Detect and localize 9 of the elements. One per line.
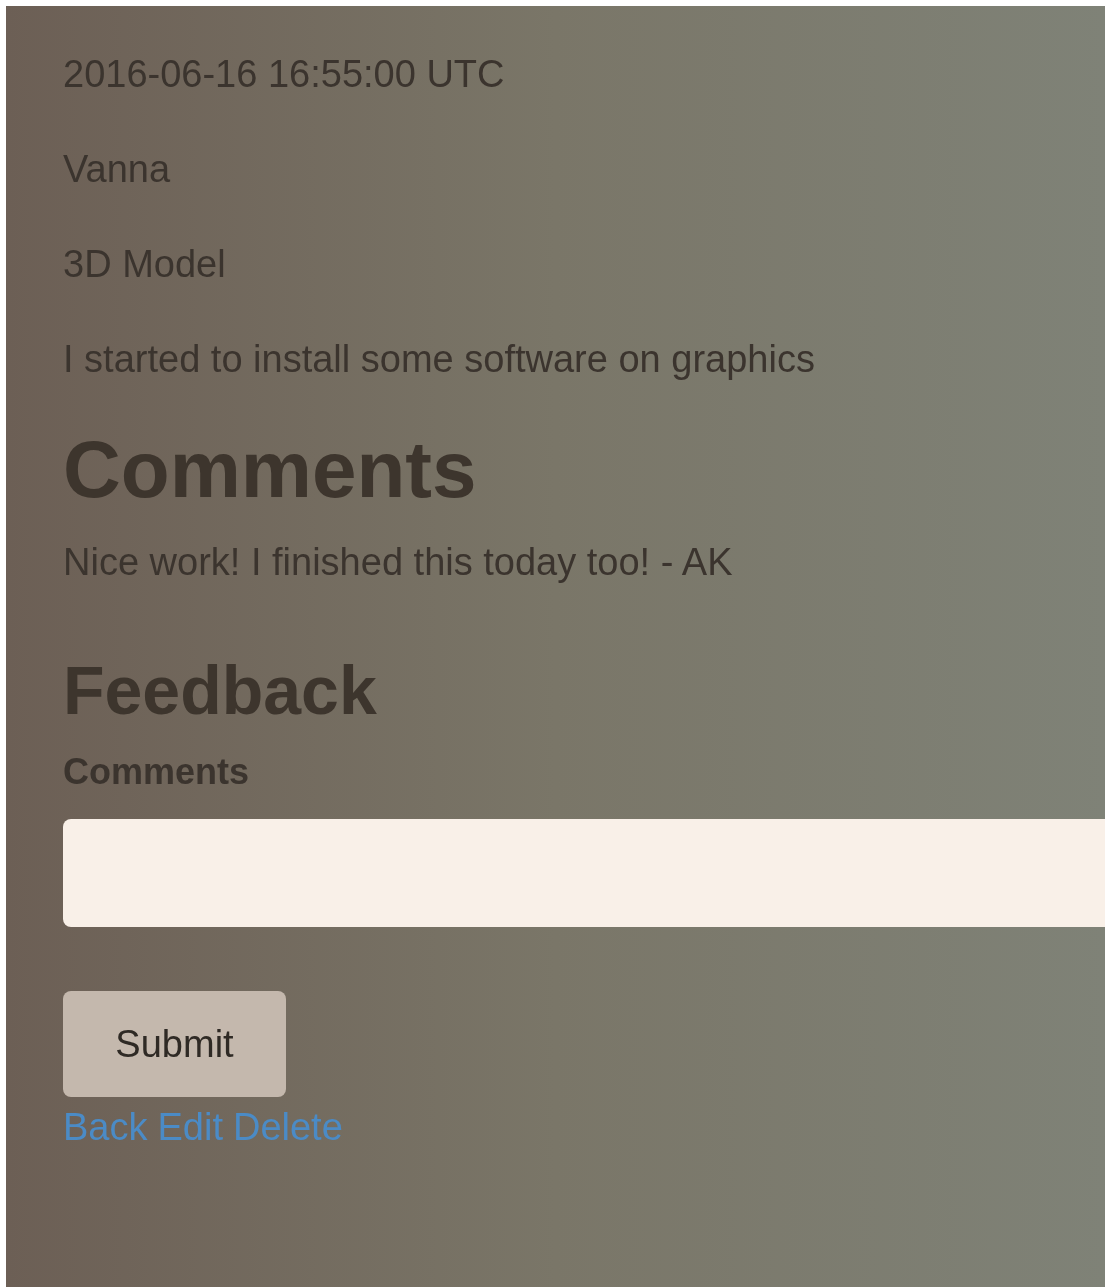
action-link[interactable]: Back bbox=[63, 1105, 148, 1149]
action-link[interactable]: Delete bbox=[232, 1105, 343, 1149]
detail-text: 2016-06-16 16:55:00 UTC bbox=[63, 52, 505, 96]
feedback-heading: Feedback bbox=[63, 651, 377, 729]
field-label: Comments bbox=[63, 751, 250, 793]
action-link[interactable]: Edit bbox=[157, 1105, 223, 1149]
comments-heading: Comments bbox=[63, 424, 477, 516]
comments-field[interactable] bbox=[63, 819, 1105, 927]
submit-button[interactable]: Submit bbox=[63, 991, 286, 1097]
